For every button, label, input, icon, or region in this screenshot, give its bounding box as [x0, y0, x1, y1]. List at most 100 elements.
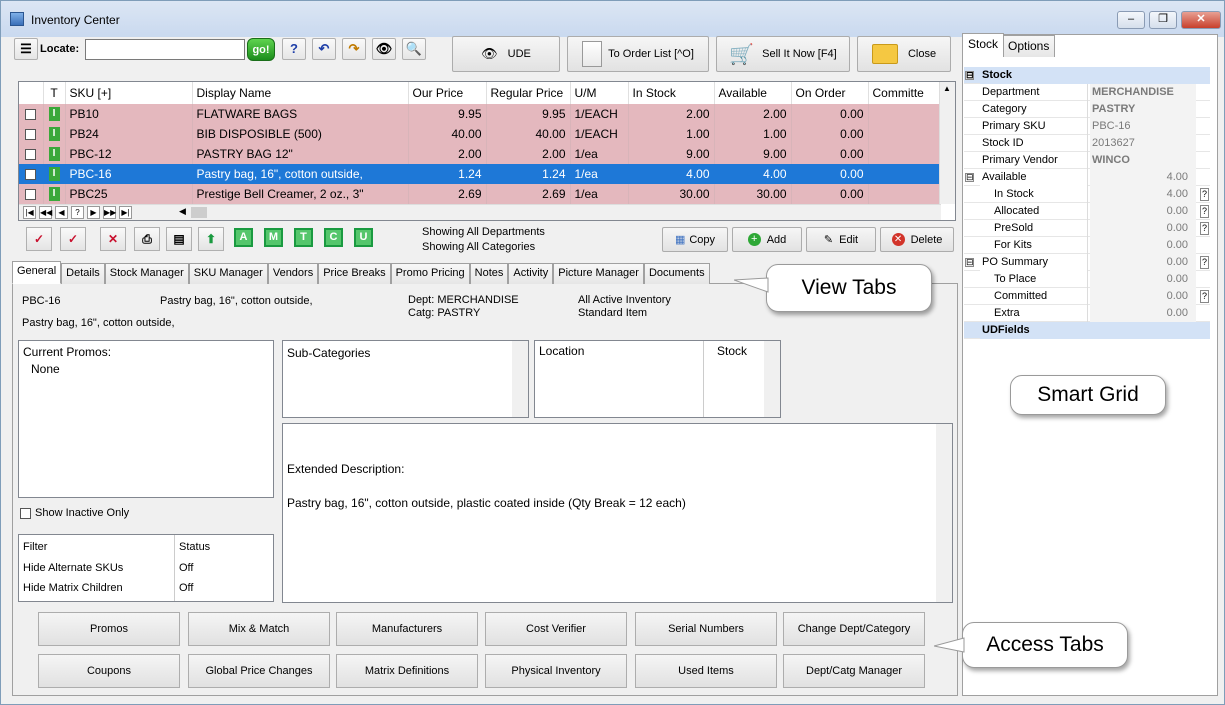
physical-inventory-button[interactable]: Physical Inventory — [485, 654, 627, 688]
maximize-button[interactable]: ❐ — [1149, 11, 1177, 29]
cell-display-name[interactable]: Prestige Bell Creamer, 2 oz., 3" — [192, 184, 409, 204]
cost-verifier-button[interactable]: Cost Verifier — [485, 612, 627, 646]
cell-checkbox[interactable] — [19, 124, 44, 144]
minimize-button[interactable]: – — [1117, 11, 1145, 29]
tab-picture-manager[interactable]: Picture Manager — [553, 263, 644, 284]
filter-t-button[interactable]: T — [294, 228, 313, 247]
grid-vertical-scrollbar[interactable]: ▲ — [939, 82, 955, 204]
cell-available[interactable]: 1.00 — [714, 124, 792, 144]
serial-numbers-button[interactable]: Serial Numbers — [635, 612, 777, 646]
sub-categories-scrollbar[interactable] — [512, 341, 528, 417]
copy-button[interactable]: ▦ Copy — [662, 227, 728, 252]
nav-button[interactable]: ▶ — [87, 206, 100, 219]
cell-on-order[interactable]: 0.00 — [791, 124, 869, 144]
smart-grid-row[interactable]: UDFields — [964, 322, 1210, 339]
tab-activity[interactable]: Activity — [508, 263, 554, 284]
cell-checkbox[interactable] — [19, 184, 44, 204]
smart-grid-row[interactable]: Committed 0.00? — [964, 288, 1210, 305]
filter-row-name[interactable]: Hide Matrix Children — [23, 582, 123, 594]
locate-input[interactable] — [85, 39, 245, 60]
menu-icon[interactable]: ☰ — [14, 38, 38, 60]
filter-a-button[interactable]: A — [234, 228, 253, 247]
manufacturers-button[interactable]: Manufacturers — [336, 612, 478, 646]
cell-sku[interactable]: PBC25 — [65, 184, 193, 204]
tab-price-breaks[interactable]: Price Breaks — [318, 263, 391, 284]
cell-display-name[interactable]: Pastry bag, 16", cotton outside, — [192, 164, 409, 184]
smart-grid-row[interactable]: ⊟ Available 4.00 — [964, 169, 1210, 186]
smart-grid-row[interactable]: Extra 0.00 — [964, 305, 1210, 322]
cell-um[interactable]: 1/ea — [570, 184, 629, 204]
location-stock-box[interactable]: Location Stock — [534, 340, 781, 418]
tab-stock-manager[interactable]: Stock Manager — [104, 263, 189, 284]
up-arrow-icon[interactable]: ⬆ — [198, 227, 224, 251]
close-window-button[interactable]: ✕ — [1181, 11, 1221, 29]
col-available[interactable]: Available — [714, 82, 792, 104]
cell-sku[interactable]: PB24 — [65, 124, 193, 144]
mix-match-button[interactable]: Mix & Match — [188, 612, 330, 646]
tab-general[interactable]: General — [12, 261, 62, 284]
cell-um[interactable]: 1/ea — [570, 164, 629, 184]
cell-in-stock[interactable]: 9.00 — [628, 144, 715, 164]
cell-display-name[interactable]: FLATWARE BAGS — [192, 104, 409, 124]
search-document-icon[interactable]: 🔍 — [402, 38, 426, 60]
coupons-button[interactable]: Coupons — [38, 654, 180, 688]
cell-type-badge[interactable]: I — [43, 144, 66, 164]
scroll-left-icon[interactable]: ◀ — [179, 206, 186, 217]
cell-in-stock[interactable]: 2.00 — [628, 104, 715, 124]
cell-checkbox[interactable] — [19, 164, 44, 184]
cell-regular-price[interactable]: 2.00 — [486, 144, 571, 164]
nav-button[interactable]: ? — [71, 206, 84, 219]
to-order-list-button[interactable]: To Order List [^O] — [567, 36, 709, 72]
details-icon[interactable]: ? — [1200, 188, 1209, 201]
cell-our-price[interactable]: 2.69 — [408, 184, 487, 204]
smart-grid-row[interactable]: Category PASTRY — [964, 101, 1210, 118]
add-button[interactable]: + Add — [732, 227, 802, 252]
horizontal-scroll-thumb[interactable] — [191, 207, 207, 218]
cell-our-price[interactable]: 1.24 — [408, 164, 487, 184]
cell-sku[interactable]: PBC-16 — [65, 164, 193, 184]
smart-grid-row[interactable]: PreSold 0.00? — [964, 220, 1210, 237]
cell-on-order[interactable]: 0.00 — [791, 144, 869, 164]
cell-available[interactable]: 30.00 — [714, 184, 792, 204]
cell-display-name[interactable]: PASTRY BAG 12" — [192, 144, 409, 164]
table-row[interactable]: I PBC-12 PASTRY BAG 12" 2.00 2.00 1/ea 9.00 9.0… — [19, 144, 955, 164]
table-row[interactable]: I PB24 BIB DISPOSIBLE (500) 40.00 40.00 1/EAC… — [19, 124, 955, 144]
uncheck-all-button[interactable]: ✕ — [100, 227, 126, 251]
table-row[interactable]: I PBC-16 Pastry bag, 16", cotton outside, 1… — [19, 164, 955, 184]
sell-it-now-button[interactable]: 🛒 Sell It Now [F4] — [716, 36, 850, 72]
tab-sku-manager[interactable]: SKU Manager — [188, 263, 268, 284]
dept-catg-manager-button[interactable]: Dept/Catg Manager — [783, 654, 925, 688]
undo-icon[interactable]: ↶ — [312, 38, 336, 60]
cell-our-price[interactable]: 9.95 — [408, 104, 487, 124]
help-icon[interactable]: ? — [282, 38, 306, 60]
scroll-up-icon[interactable]: ▲ — [943, 84, 951, 93]
cell-um[interactable]: 1/ea — [570, 144, 629, 164]
extended-description-scrollbar[interactable] — [936, 424, 952, 602]
cell-on-order[interactable]: 0.00 — [791, 164, 869, 184]
show-inactive-checkbox[interactable] — [20, 507, 31, 519]
details-icon[interactable]: ? — [1200, 256, 1209, 269]
cell-type-badge[interactable]: I — [43, 184, 66, 204]
filter-row-name[interactable]: Hide Alternate SKUs — [23, 562, 123, 574]
film-icon[interactable]: ▤ — [166, 227, 192, 251]
filter-m-button[interactable]: M — [264, 228, 283, 247]
redo-icon[interactable]: ↷ — [342, 38, 366, 60]
col-display-name[interactable]: Display Name — [192, 82, 409, 104]
nav-button[interactable]: ▶| — [119, 206, 132, 219]
row-checkbox[interactable] — [25, 189, 37, 201]
cell-in-stock[interactable]: 1.00 — [628, 124, 715, 144]
smart-grid-row[interactable]: Stock ID 2013627 — [964, 135, 1210, 152]
smart-grid-row[interactable]: ⊟ PO Summary 0.00? — [964, 254, 1210, 271]
cell-regular-price[interactable]: 1.24 — [486, 164, 571, 184]
cell-checkbox[interactable] — [19, 144, 44, 164]
cell-type-badge[interactable]: I — [43, 164, 66, 184]
extended-description-box[interactable]: Extended Description: Pastry bag, 16", c… — [282, 423, 953, 603]
tab-promo-pricing[interactable]: Promo Pricing — [390, 263, 470, 284]
smart-grid-row[interactable]: ⊟ Stock — [964, 67, 1210, 84]
cell-sku[interactable]: PB10 — [65, 104, 193, 124]
row-checkbox[interactable] — [25, 169, 37, 181]
collapse-icon[interactable]: ⊟ — [965, 173, 974, 182]
cell-in-stock[interactable]: 30.00 — [628, 184, 715, 204]
nav-button[interactable]: |◀ — [23, 206, 36, 219]
nav-button[interactable]: ▶▶ — [103, 206, 116, 219]
